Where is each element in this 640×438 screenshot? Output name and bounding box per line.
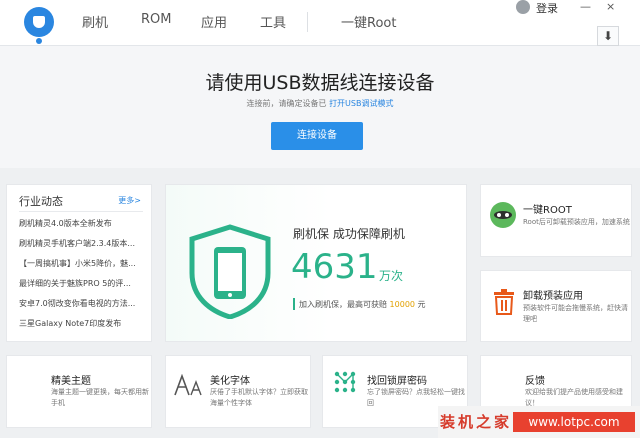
user-avatar-icon[interactable] <box>516 0 530 14</box>
nav-flash[interactable]: 刷机 <box>82 12 108 31</box>
pattern-lock-icon <box>334 371 356 393</box>
service-root-card[interactable]: 一键ROOT Root后可卸载预装应用，加速系统 <box>480 184 632 257</box>
news-more-link[interactable]: 更多> <box>118 195 141 206</box>
minimize-button[interactable]: — <box>580 0 591 13</box>
footer-accent-bar <box>293 298 295 310</box>
login-link[interactable]: 登录 <box>536 0 558 16</box>
watermark-url: www.lotpc.com <box>513 412 635 432</box>
logo-dot-icon <box>36 38 42 44</box>
footer-suffix: 元 <box>417 300 426 309</box>
guarantee-label: 刷机保 成功保障刷机 <box>293 227 405 241</box>
guarantee-card[interactable]: 刷机保 成功保障刷机 4631 万次 加入刷机保，最高可获赔 10000 元 <box>165 184 467 342</box>
service-desc: Root后可卸载预装应用，加速系统 <box>523 218 630 226</box>
feature-themes-card[interactable]: 精美主题 海量主题一键更换，每天都用新手机 <box>6 355 152 428</box>
nav-tools[interactable]: 工具 <box>260 12 286 31</box>
nav-rom[interactable]: ROM <box>141 12 171 27</box>
guarantee-unit: 万次 <box>379 269 404 283</box>
guarantee-footer: 加入刷机保，最高可获赔 10000 元 <box>299 299 426 310</box>
font-aa-icon <box>174 374 202 396</box>
feature-desc: 厌倦了手机默认字体？立即获取海量个性字体 <box>210 388 308 407</box>
connect-tip: 连接前，请确定设备已 打开USB调试模式 <box>0 98 640 109</box>
news-item[interactable]: 最详细的关于魅族PRO 5的评... <box>19 278 143 289</box>
news-item[interactable]: 安卓7.0彻改变你看电视的方法... <box>19 298 143 309</box>
connect-tip-text: 连接前，请确定设备已 <box>246 99 327 108</box>
service-desc: 预装软件可能会拖慢系统，赶快清理吧 <box>523 304 628 323</box>
trash-icon <box>494 289 514 315</box>
nav-apps[interactable]: 应用 <box>201 12 227 31</box>
footer-amount: 10000 <box>389 300 415 309</box>
feature-title: 反馈 <box>525 376 545 387</box>
feature-title: 找回锁屏密码 <box>367 376 427 387</box>
news-divider <box>19 211 143 212</box>
news-title: 行业动态 <box>19 195 63 208</box>
nav-one-click-root[interactable]: 一键Root <box>341 12 396 31</box>
nav-divider <box>307 12 308 32</box>
footer-prefix: 加入刷机保，最高可获赔 <box>299 300 387 309</box>
guarantee-count: 4631 <box>291 247 378 287</box>
service-title: 一键ROOT <box>523 205 572 216</box>
news-item[interactable]: 【一周搞机事】小米5降价，魅... <box>19 258 143 269</box>
news-item[interactable]: 刷机精灵手机客户端2.3.4版本... <box>19 238 143 249</box>
app-logo-icon[interactable] <box>24 7 54 37</box>
download-icon[interactable]: ⬇ <box>597 26 619 46</box>
usb-debug-link[interactable]: 打开USB调试模式 <box>329 99 393 108</box>
feature-title: 美化字体 <box>210 376 250 387</box>
news-card: 行业动态 更多> 刷机精灵4.0版本全新发布 刷机精灵手机客户端2.3.4版本.… <box>6 184 152 342</box>
shield-phone-icon <box>189 224 271 319</box>
feature-title: 精美主题 <box>51 376 91 387</box>
feature-fonts-card[interactable]: 美化字体 厌倦了手机默认字体？立即获取海量个性字体 <box>165 355 311 428</box>
service-title: 卸载预装应用 <box>523 291 583 302</box>
feature-desc: 海量主题一键更换，每天都用新手机 <box>51 388 149 407</box>
news-item[interactable]: 三星Galaxy Note7印度发布 <box>19 318 143 329</box>
news-item[interactable]: 刷机精灵4.0版本全新发布 <box>19 218 143 229</box>
close-button[interactable]: × <box>606 0 615 13</box>
root-robot-icon <box>490 202 516 228</box>
watermark-text: 装机之家 <box>440 413 513 431</box>
service-uninstall-card[interactable]: 卸载预装应用 预装软件可能会拖慢系统，赶快清理吧 <box>480 270 632 342</box>
connect-device-button[interactable]: 连接设备 <box>271 122 363 150</box>
connect-title: 请使用USB数据线连接设备 <box>205 72 435 94</box>
top-bar: 刷机 ROM 应用 工具 一键Root 登录 — × ⬇ <box>0 0 640 46</box>
